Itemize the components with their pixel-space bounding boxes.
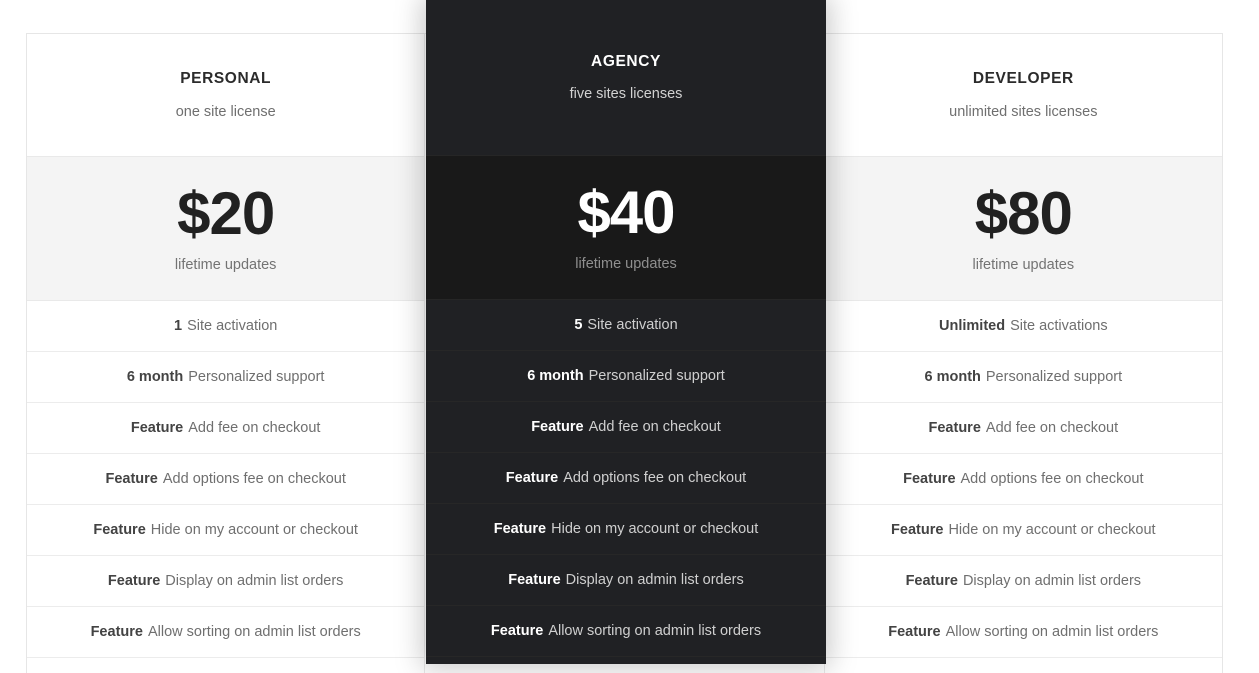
- feature-highlight: Feature: [490, 623, 544, 639]
- plan-subtitle-agency: five sites licenses: [569, 86, 683, 102]
- feature-row: Unlimited Site activations: [824, 301, 1222, 352]
- feature-row: Feature Allow sorting on admin list order…: [27, 607, 425, 658]
- feature-highlight: 6 month: [126, 369, 184, 385]
- feature-row: Feature Add options fee on checkout: [27, 454, 425, 505]
- feature-text: Display on admin list orders: [962, 573, 1142, 589]
- plan-price-note-developer: lifetime updates: [972, 257, 1075, 274]
- plan-price-note-personal: lifetime updates: [174, 257, 277, 274]
- feature-highlight: Feature: [107, 573, 161, 589]
- plan-price-box-agency: $40 lifetime updates: [426, 155, 826, 300]
- feature-row: Feature Add fee on checkout: [824, 403, 1222, 454]
- feature-text: Add fee on checkout: [188, 420, 321, 436]
- plan-price-developer: $80: [974, 180, 1073, 248]
- feature-highlight: 6 month: [527, 368, 584, 384]
- feature-row: Feature Add options fee on checkout: [824, 454, 1222, 505]
- plan-header-agency: AGENCY five sites licenses: [426, 0, 826, 155]
- plan-price-note-agency: lifetime updates: [575, 256, 677, 273]
- feature-text: Display on admin list orders: [165, 573, 344, 589]
- feature-row: 6 month Personalized support: [426, 351, 826, 402]
- plan-column-developer[interactable]: DEVELOPER unlimited sites licenses $80 l…: [823, 34, 1222, 673]
- feature-row: Feature Display on admin list orders: [824, 556, 1222, 607]
- feature-text: Allow sorting on admin list orders: [147, 624, 361, 640]
- feature-row: Feature Display on admin list orders: [426, 555, 826, 606]
- feature-list-developer: Unlimited Site activations 6 month Personal…: [824, 301, 1222, 658]
- plan-price-box-personal: $20 lifetime updates: [27, 156, 425, 301]
- feature-text: Site activations: [1010, 318, 1108, 334]
- feature-text: Site activation: [587, 317, 678, 333]
- feature-text: Hide on my account or checkout: [551, 521, 759, 537]
- feature-highlight: Feature: [903, 471, 956, 487]
- feature-row: Feature Add fee on checkout: [426, 402, 826, 453]
- feature-highlight: 1: [173, 318, 183, 334]
- feature-text: Hide on my account or checkout: [150, 522, 358, 538]
- feature-row: Feature Allow sorting on admin list order…: [426, 606, 826, 657]
- feature-row: 6 month Personalized support: [824, 352, 1222, 403]
- plan-subtitle-personal: one site license: [175, 103, 276, 120]
- feature-text: Site activation: [187, 318, 278, 334]
- feature-row: Feature Add fee on checkout: [27, 403, 425, 454]
- feature-highlight: Feature: [105, 471, 158, 487]
- plan-price-personal: $20: [177, 180, 275, 248]
- feature-text: Personalized support: [188, 369, 325, 385]
- feature-highlight: Unlimited: [939, 318, 1006, 334]
- plan-price-box-developer: $80 lifetime updates: [824, 156, 1222, 301]
- feature-highlight: Feature: [891, 522, 944, 538]
- feature-text: Add options fee on checkout: [563, 470, 747, 486]
- feature-text: Allow sorting on admin list orders: [945, 624, 1159, 640]
- feature-highlight: Feature: [505, 470, 559, 486]
- feature-highlight: Feature: [928, 420, 981, 436]
- plan-name-developer: DEVELOPER: [972, 70, 1074, 87]
- feature-highlight: Feature: [90, 624, 143, 640]
- pricing-table: PERSONAL one site license $20 lifetime u…: [0, 0, 1259, 673]
- feature-row: Feature Display on admin list orders: [27, 556, 425, 607]
- feature-text: Personalized support: [588, 368, 725, 384]
- feature-highlight: Feature: [508, 572, 561, 588]
- feature-text: Add fee on checkout: [588, 419, 721, 435]
- plan-column-personal[interactable]: PERSONAL one site license $20 lifetime u…: [27, 34, 426, 673]
- feature-row: 1 Site activation: [27, 301, 425, 352]
- feature-highlight: Feature: [493, 521, 547, 537]
- feature-row: Feature Allow sorting on admin list order…: [824, 607, 1222, 658]
- feature-row: 6 month Personalized support: [27, 352, 425, 403]
- feature-text: Allow sorting on admin list orders: [548, 623, 762, 639]
- feature-row: 5 Site activation: [426, 300, 826, 351]
- feature-text: Personalized support: [985, 369, 1123, 385]
- plan-header-personal: PERSONAL one site license: [27, 34, 425, 156]
- feature-highlight: 6 month: [924, 369, 981, 385]
- plan-column-agency[interactable]: AGENCY five sites licenses $40 lifetime …: [426, 0, 826, 664]
- feature-highlight: Feature: [905, 573, 958, 589]
- feature-text: Add options fee on checkout: [960, 471, 1144, 487]
- feature-highlight: Feature: [531, 419, 584, 435]
- feature-text: Add options fee on checkout: [162, 471, 346, 487]
- feature-highlight: Feature: [888, 624, 941, 640]
- feature-highlight: Feature: [130, 420, 184, 436]
- feature-row: Feature Add options fee on checkout: [426, 453, 826, 504]
- plan-name-agency: AGENCY: [591, 52, 661, 70]
- feature-row: Feature Hide on my account or checkout: [426, 504, 826, 555]
- plan-header-developer: DEVELOPER unlimited sites licenses: [824, 34, 1222, 156]
- feature-list-agency: 5 Site activation 6 month Personalized supp…: [426, 300, 826, 657]
- plan-price-agency: $40: [577, 179, 675, 247]
- feature-list-personal: 1 Site activation 6 month Personalized supp…: [27, 301, 425, 658]
- feature-text: Display on admin list orders: [565, 572, 744, 588]
- feature-highlight: 5: [574, 317, 583, 333]
- feature-highlight: Feature: [93, 522, 146, 538]
- plan-subtitle-developer: unlimited sites licenses: [949, 103, 1098, 120]
- feature-row: Feature Hide on my account or checkout: [27, 505, 425, 556]
- plan-name-personal: PERSONAL: [180, 70, 272, 87]
- feature-text: Hide on my account or checkout: [948, 522, 1156, 538]
- feature-text: Add fee on checkout: [985, 420, 1119, 436]
- feature-row: Feature Hide on my account or checkout: [824, 505, 1222, 556]
